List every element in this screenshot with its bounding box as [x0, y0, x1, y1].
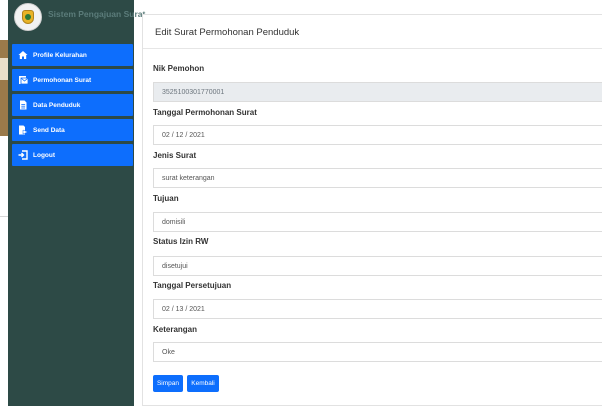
sidebar-item-permohonan-surat[interactable]: Permohonan Surat	[12, 69, 133, 91]
background-photo-highlight	[0, 58, 8, 80]
tanggal-permohonan-label: Tanggal Permohonan Surat	[153, 108, 257, 117]
logout-icon	[18, 150, 28, 160]
sidebar-item-label: Logout	[33, 151, 56, 159]
sidebar-item-label: Permohonan Surat	[33, 76, 92, 84]
sidebar-item-label: Send Data	[33, 126, 65, 134]
edit-form-card: Edit Surat Permohonan Penduduk Nik Pemoh…	[142, 14, 602, 406]
brand-logo	[14, 3, 42, 31]
background-photo	[0, 40, 8, 136]
jenis-surat-field[interactable]: surat keterangan	[153, 168, 602, 188]
tujuan-field[interactable]: domisili	[153, 212, 602, 232]
home-icon	[18, 50, 28, 60]
keterangan-label: Keterangan	[153, 325, 198, 334]
status-izin-rw-field[interactable]: disetujui	[153, 256, 602, 276]
sidebar-item-send-data[interactable]: Send Data	[12, 119, 133, 141]
status-izin-rw-label: Status Izin RW	[153, 237, 209, 246]
tanggal-persetujuan-label: Tanggal Persetujuan	[153, 281, 232, 290]
sidebar: Sistem Pengajuan Surat Profile Kelurahan…	[8, 0, 145, 406]
send-icon	[18, 125, 28, 135]
sidebar-item-logout[interactable]: Logout	[12, 144, 133, 166]
keterangan-field[interactable]: Oke	[153, 342, 602, 362]
sidebar-menu: Profile Kelurahan Permohonan Surat Data …	[12, 44, 133, 169]
tanggal-permohonan-field[interactable]: 02 / 12 / 2021	[153, 125, 602, 145]
sidebar-item-label: Data Penduduk	[33, 101, 81, 109]
sidebar-item-data-penduduk[interactable]: Data Penduduk	[12, 94, 133, 116]
tujuan-label: Tujuan	[153, 194, 179, 203]
card-header: Edit Surat Permohonan Penduduk	[143, 15, 602, 49]
jenis-surat-label: Jenis Surat	[153, 151, 197, 160]
sidebar-brand[interactable]: Sistem Pengajuan Surat	[8, 0, 145, 40]
logo-emblem-icon	[25, 14, 31, 20]
document-icon	[18, 100, 28, 110]
save-button[interactable]: Simpan	[153, 375, 183, 392]
mail-icon	[18, 75, 28, 85]
page-title: Edit Surat Permohonan Penduduk	[155, 27, 300, 38]
sidebar-item-profile-kelurahan[interactable]: Profile Kelurahan	[12, 44, 133, 66]
brand-title: Sistem Pengajuan Surat	[48, 9, 146, 19]
background-divider	[0, 216, 8, 217]
back-button[interactable]: Kembali	[187, 375, 219, 392]
nik-pemohon-label: Nik Pemohon	[153, 64, 205, 73]
tanggal-persetujuan-field[interactable]: 02 / 13 / 2021	[153, 299, 602, 319]
nik-pemohon-field[interactable]: 3525100301770001	[153, 82, 602, 102]
sidebar-item-label: Profile Kelurahan	[33, 51, 87, 59]
